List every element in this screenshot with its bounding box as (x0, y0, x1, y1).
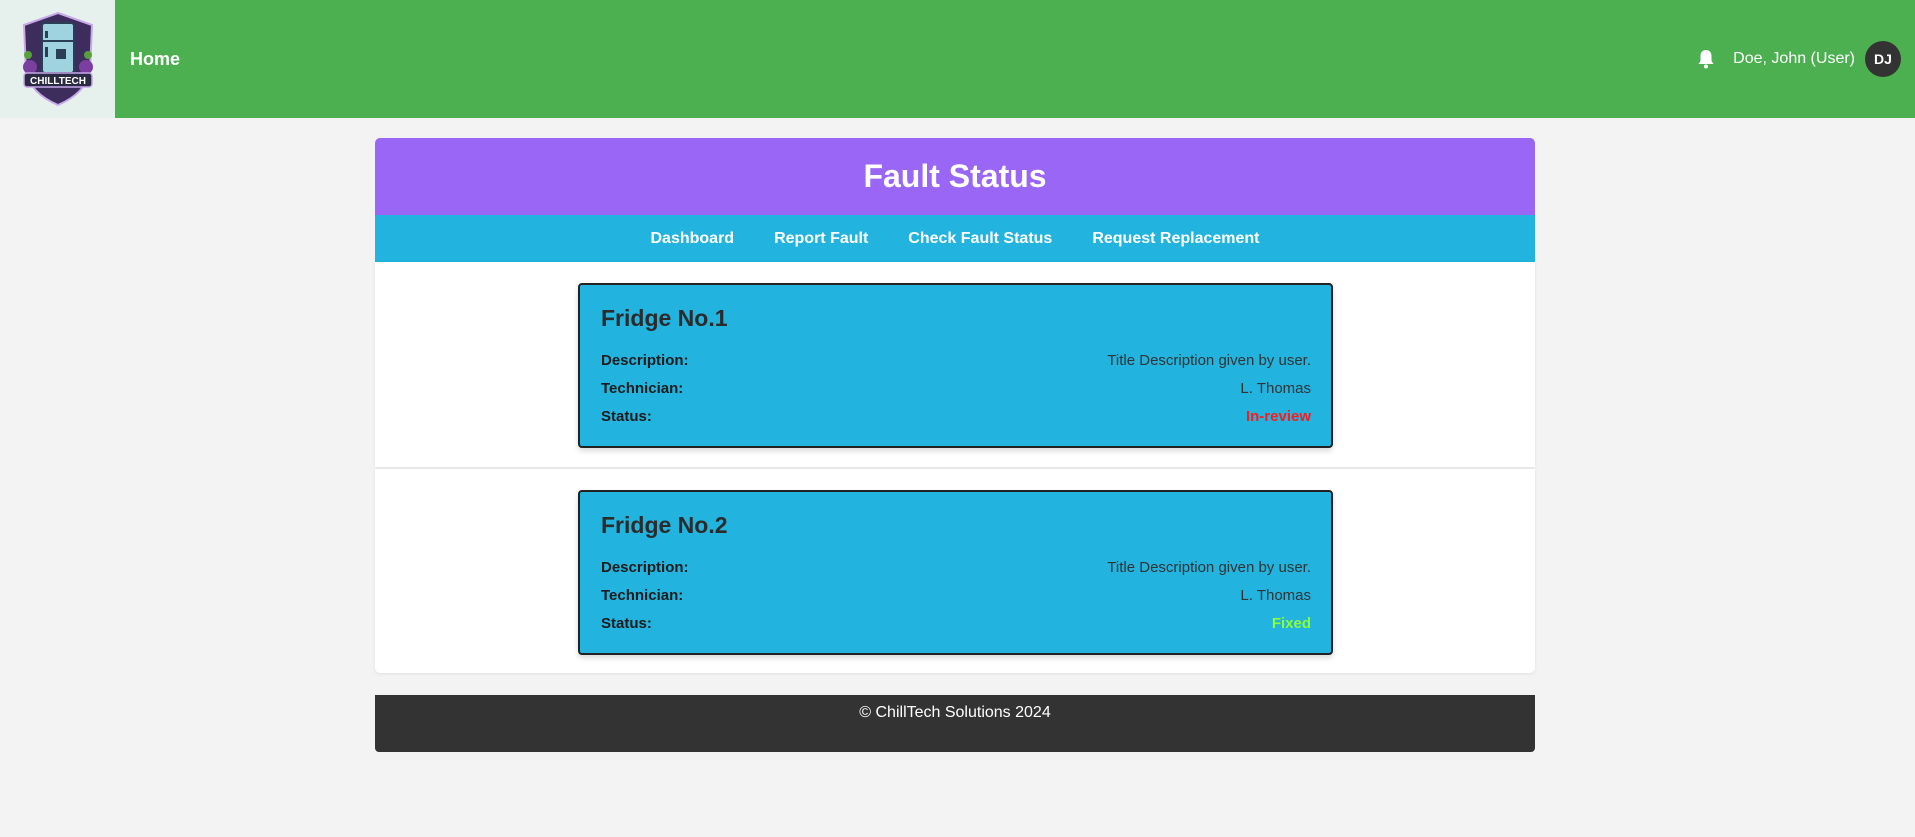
description-row: Description: Title Description given by … (601, 553, 1311, 581)
chilltech-logo[interactable]: CHILLTECH (0, 0, 115, 118)
technician-label: Technician: (601, 379, 684, 397)
fault-card: Fridge No.1 Description: Title Descripti… (578, 283, 1333, 448)
description-label: Description: (601, 351, 689, 369)
logo-emblem-icon: CHILLTECH (22, 11, 93, 107)
fault-section: Fridge No.2 Description: Title Descripti… (375, 469, 1535, 673)
section-nav: Dashboard Report Fault Check Fault Statu… (375, 215, 1535, 262)
status-label: Status: (601, 407, 652, 425)
technician-value: L. Thomas (1240, 379, 1311, 397)
description-value: Title Description given by user. (1107, 351, 1311, 369)
description-label: Description: (601, 558, 689, 576)
fault-section: Fridge No.1 Description: Title Descripti… (375, 262, 1535, 467)
page-title: Fault Status (863, 158, 1047, 194)
user-area: Doe, John (User) DJ (1695, 41, 1901, 77)
nav-dashboard[interactable]: Dashboard (651, 230, 735, 248)
status-row: Status: Fixed (601, 609, 1311, 637)
technician-value: L. Thomas (1240, 586, 1311, 604)
page-header: Fault Status (375, 138, 1535, 215)
home-link[interactable]: Home (130, 49, 180, 70)
nav-report-fault[interactable]: Report Fault (774, 230, 868, 248)
fault-card: Fridge No.2 Description: Title Descripti… (578, 490, 1333, 655)
fault-status-panel: Fault Status Dashboard Report Fault Chec… (375, 138, 1535, 673)
svg-text:CHILLTECH: CHILLTECH (30, 76, 86, 87)
nav-check-fault-status[interactable]: Check Fault Status (908, 230, 1052, 248)
fault-title: Fridge No.1 (601, 305, 728, 331)
technician-row: Technician: L. Thomas (601, 581, 1311, 609)
status-value: Fixed (1271, 614, 1311, 632)
bell-icon[interactable] (1695, 48, 1717, 70)
top-navbar: CHILLTECH Home Doe, John (User) DJ (0, 0, 1915, 118)
status-row: Status: In-review (601, 402, 1311, 430)
avatar[interactable]: DJ (1865, 41, 1901, 77)
description-row: Description: Title Description given by … (601, 346, 1311, 374)
footer-copyright: © ChillTech Solutions 2024 (859, 704, 1051, 721)
technician-row: Technician: L. Thomas (601, 374, 1311, 402)
fault-title: Fridge No.2 (601, 512, 728, 538)
user-name[interactable]: Doe, John (User) (1733, 50, 1855, 68)
nav-request-replacement[interactable]: Request Replacement (1092, 230, 1259, 248)
status-label: Status: (601, 614, 652, 632)
footer: © ChillTech Solutions 2024 (375, 695, 1535, 752)
description-value: Title Description given by user. (1107, 558, 1311, 576)
technician-label: Technician: (601, 586, 684, 604)
status-value: In-review (1245, 407, 1311, 425)
